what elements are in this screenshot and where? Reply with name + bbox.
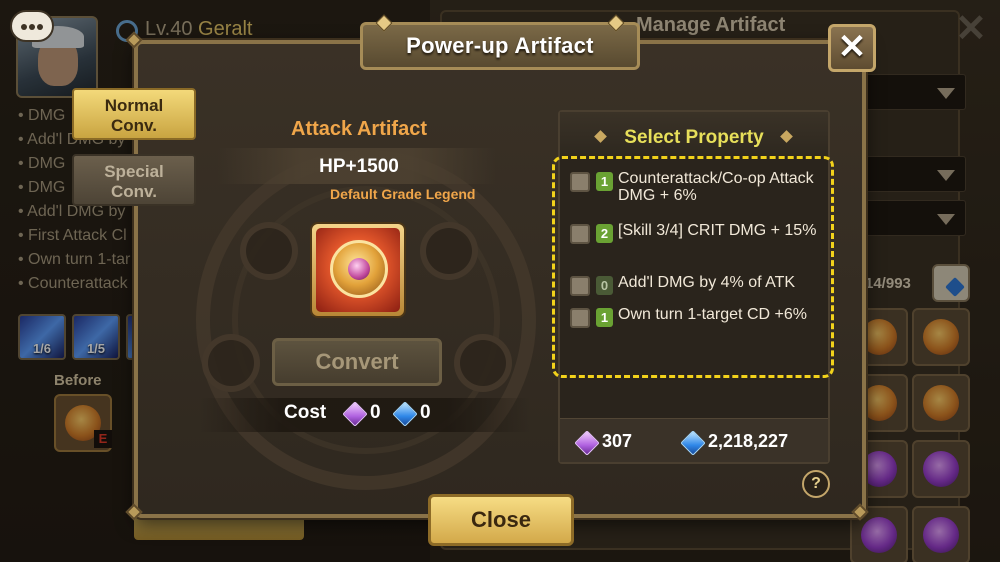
empty-slot (454, 334, 512, 392)
mana-owned: 2,218,227 (708, 431, 789, 451)
help-button[interactable]: ? (802, 470, 830, 498)
empty-slot (420, 222, 478, 280)
close-button[interactable]: Close (428, 494, 574, 546)
tab-label: Special (104, 162, 164, 181)
cost-mana-value: 0 (420, 402, 431, 423)
chat-icon[interactable] (10, 10, 54, 42)
convert-button[interactable]: Convert (272, 338, 442, 386)
crystals-owned: 307 (602, 431, 633, 451)
dialog-title: Power-up Artifact (360, 22, 640, 70)
cost-label: Cost (284, 402, 327, 423)
cost-crystal-value: 0 (370, 402, 381, 423)
tab-label: Conv. (111, 182, 157, 201)
tab-special-conversion[interactable]: Special Conv. (72, 154, 196, 206)
property-highlight-frame (552, 156, 834, 378)
artifact-name: Attack Artifact (291, 118, 427, 140)
close-icon: ✕ (837, 28, 867, 66)
artifact-icon (316, 228, 400, 312)
artifact-slot[interactable] (310, 222, 406, 318)
tab-label: Normal (104, 96, 164, 115)
empty-slot (202, 334, 260, 392)
artifact-grade: Default Grade Legend (330, 186, 476, 202)
empty-slot (240, 222, 298, 280)
close-dialog-button[interactable]: ✕ (828, 24, 876, 72)
tab-normal-conversion[interactable]: Normal Conv. (72, 88, 196, 140)
tab-label: Conv. (111, 116, 157, 135)
artifact-main-stat: HP+1500 (319, 156, 399, 177)
